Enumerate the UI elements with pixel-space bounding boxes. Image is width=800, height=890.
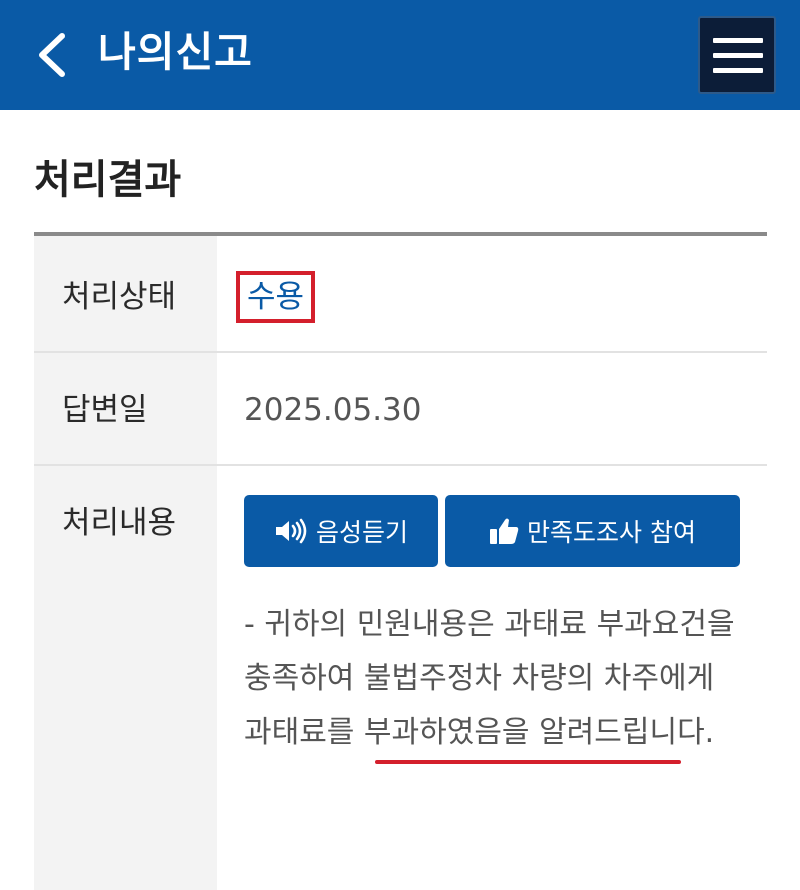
status-label: 처리상태 — [62, 279, 177, 315]
chevron-left-icon — [39, 33, 65, 77]
app-header: 나의신고 — [0, 0, 800, 110]
hamburger-menu-icon — [713, 38, 763, 43]
listen-button[interactable]: 음성듣기 — [244, 495, 438, 567]
section-title: 처리결과 — [34, 157, 182, 203]
content-label: 처리내용 — [62, 505, 177, 541]
speaker-icon — [275, 518, 307, 544]
menu-button[interactable] — [698, 16, 776, 94]
page-title: 나의신고 — [98, 28, 253, 76]
row-divider — [34, 351, 767, 353]
highlight-underline — [375, 760, 681, 764]
back-button[interactable] — [34, 32, 74, 78]
row-divider — [34, 464, 767, 466]
result-table: 처리상태 수용 답변일 2025.05.30 처리내용 음성듣기 만족도조사 참… — [34, 232, 767, 890]
listen-button-label: 음성듣기 — [315, 518, 408, 547]
survey-button-label: 만족도조사 참여 — [527, 518, 696, 547]
content-text: - 귀하의 민원내용은 과태료 부과요건을 충족하여 불법주정차 차량의 차주에… — [244, 607, 735, 750]
status-value: 수용 — [236, 271, 316, 323]
reply-date-label: 답변일 — [62, 392, 148, 428]
reply-date-value: 2025.05.30 — [244, 392, 422, 428]
label-column — [34, 236, 217, 890]
survey-button[interactable]: 만족도조사 참여 — [445, 495, 740, 567]
thumbs-up-icon — [490, 518, 519, 544]
